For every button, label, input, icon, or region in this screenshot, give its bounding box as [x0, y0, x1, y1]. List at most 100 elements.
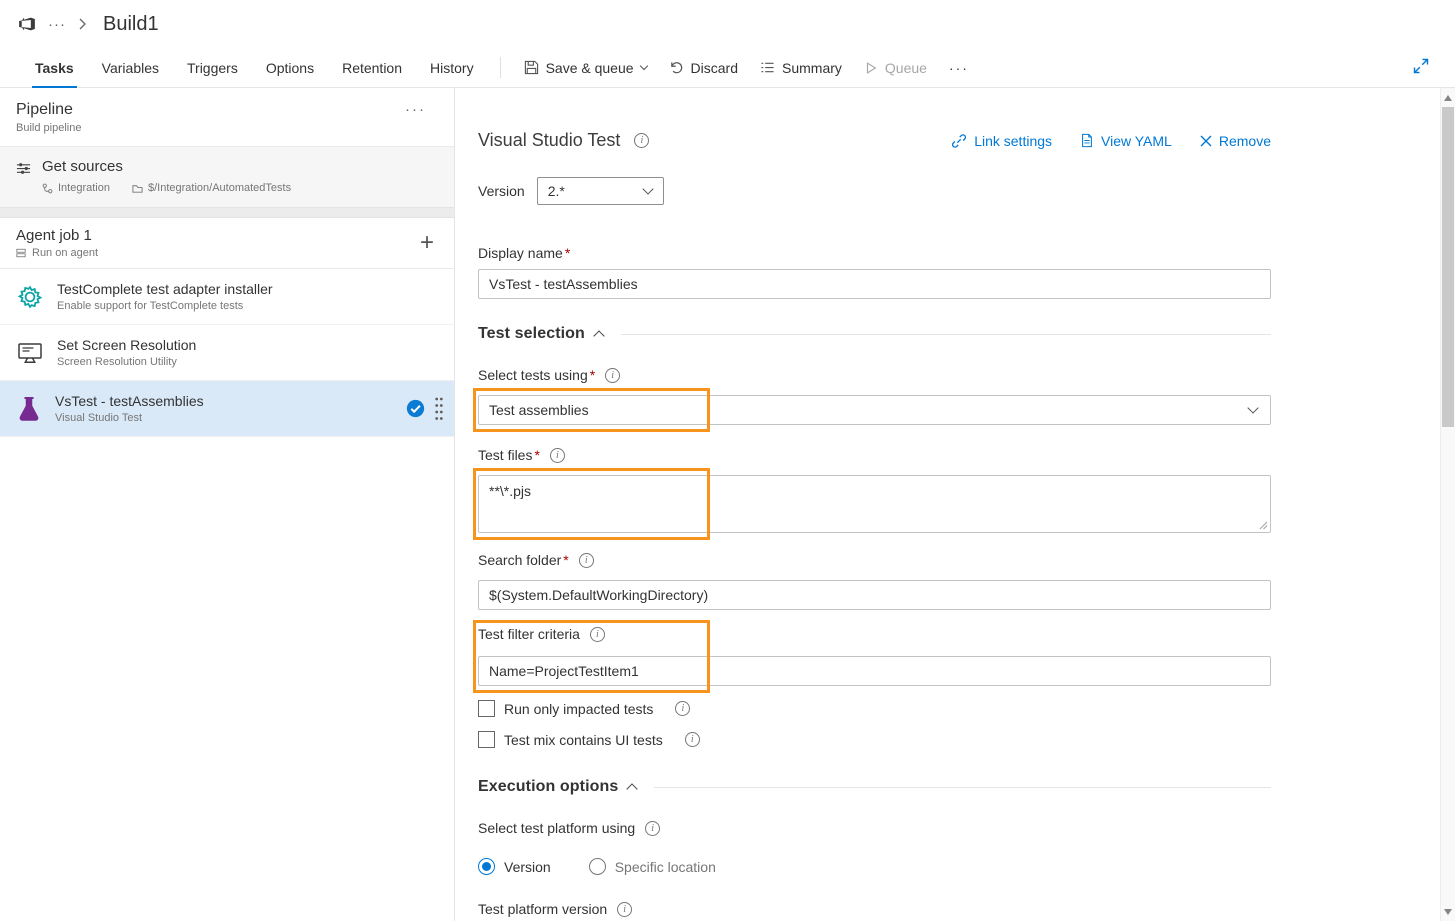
queue-button[interactable]: Queue [853, 48, 938, 87]
section-rule [654, 787, 1271, 788]
info-icon[interactable]: i [590, 627, 605, 642]
tab-triggers[interactable]: Triggers [173, 48, 252, 87]
task-subtitle: Enable support for TestComplete tests [57, 300, 273, 312]
test-files-input[interactable]: **\*.pjs [478, 475, 1271, 533]
undo-icon [669, 60, 684, 75]
test-files-label: Test files* i [478, 447, 1271, 463]
document-icon [1080, 133, 1094, 148]
tab-options[interactable]: Options [252, 48, 328, 87]
tab-history[interactable]: History [416, 48, 488, 87]
info-icon[interactable]: i [645, 821, 660, 836]
remove-task-button[interactable]: Remove [1200, 133, 1271, 149]
play-icon [864, 61, 878, 75]
pipeline-more-button[interactable]: ··· [393, 101, 438, 118]
repo-icon [42, 183, 53, 194]
task-subtitle: Visual Studio Test [55, 412, 204, 424]
test-mix-ui-label: Test mix contains UI tests [504, 732, 663, 748]
toolbar-more-button[interactable]: ··· [938, 48, 980, 87]
chevron-up-icon [593, 330, 604, 341]
vertical-scrollbar[interactable] [1440, 88, 1455, 921]
content-area: Pipeline Build pipeline ··· Get sources … [0, 88, 1455, 921]
run-only-impacted-checkbox[interactable] [478, 700, 495, 717]
get-sources-item[interactable]: Get sources Integration $/Integration/Au… [0, 147, 454, 208]
tab-tasks[interactable]: Tasks [21, 48, 88, 87]
agent-job-item[interactable]: Agent job 1 Run on agent + [0, 218, 454, 269]
testcomplete-gear-icon [16, 283, 44, 311]
triangle-up-icon [1444, 95, 1452, 101]
radio-specific-location[interactable]: Specific location [589, 858, 716, 875]
breadcrumb-more-button[interactable]: ··· [48, 16, 66, 33]
search-folder-label: Search folder* i [478, 552, 1271, 568]
info-icon[interactable]: i [634, 133, 649, 148]
info-icon[interactable]: i [605, 368, 620, 383]
scrollbar-up-button[interactable] [1441, 90, 1455, 105]
run-only-impacted-row: Run only impacted tests i [478, 700, 1271, 717]
toolbar-divider [500, 57, 501, 78]
chevron-down-icon [642, 183, 653, 194]
select-tests-using-label: Select tests using* i [478, 367, 1271, 383]
close-icon [1200, 135, 1212, 147]
monitor-icon [16, 339, 44, 367]
search-folder-input[interactable] [478, 580, 1271, 610]
task-item-vstest[interactable]: VsTest - testAssemblies Visual Studio Te… [0, 381, 454, 437]
scrollbar-down-button[interactable] [1441, 904, 1455, 919]
select-tests-using-dropdown[interactable]: Test assemblies [478, 395, 1271, 425]
test-filter-criteria-input[interactable] [478, 656, 1271, 686]
tab-retention[interactable]: Retention [328, 48, 416, 87]
add-task-button[interactable]: + [406, 229, 448, 257]
section-test-selection[interactable]: Test selection [478, 325, 1271, 343]
view-yaml-button[interactable]: View YAML [1080, 133, 1172, 149]
select-test-platform-label: Select test platform using i [478, 820, 1271, 836]
section-execution-options[interactable]: Execution options [478, 778, 1271, 796]
scrollbar-thumb[interactable] [1442, 107, 1454, 427]
chevron-up-icon [627, 783, 638, 794]
info-icon[interactable]: i [579, 553, 594, 568]
test-mix-ui-checkbox[interactable] [478, 731, 495, 748]
devops-logo-icon [18, 15, 36, 33]
agent-job-subtitle: Run on agent [32, 247, 98, 259]
summary-icon [760, 60, 775, 75]
task-item-set-screen-resolution[interactable]: Set Screen Resolution Screen Resolution … [0, 325, 454, 381]
link-settings-button[interactable]: Link settings [951, 133, 1052, 149]
tab-variables[interactable]: Variables [88, 48, 173, 87]
section-rule [621, 334, 1271, 335]
version-select[interactable]: 2.* [537, 177, 664, 205]
pipeline-title: Pipeline [16, 101, 81, 119]
run-only-impacted-label: Run only impacted tests [504, 701, 653, 717]
top-bar: ··· Build1 [0, 0, 1455, 48]
info-icon[interactable]: i [675, 701, 690, 716]
platform-radio-group: Version Specific location [478, 858, 1271, 875]
branch-path-icon [132, 183, 143, 194]
discard-button[interactable]: Discard [658, 48, 749, 87]
agent-job-title: Agent job 1 [16, 227, 98, 244]
flask-icon [16, 395, 42, 423]
radio-version[interactable]: Version [478, 858, 551, 875]
pipeline-sidebar: Pipeline Build pipeline ··· Get sources … [0, 88, 455, 921]
resize-grip-icon[interactable] [1259, 521, 1268, 530]
drag-handle-icon[interactable] [434, 395, 444, 423]
selected-check-icon [406, 399, 425, 418]
pipeline-header: Pipeline Build pipeline ··· [0, 88, 454, 147]
task-title: VsTest - testAssemblies [55, 393, 204, 409]
summary-button[interactable]: Summary [749, 48, 853, 87]
display-name-input[interactable] [478, 269, 1271, 299]
version-label: Version [478, 183, 525, 199]
info-icon[interactable]: i [685, 732, 700, 747]
task-item-testcomplete-adapter[interactable]: TestComplete test adapter installer Enab… [0, 269, 454, 325]
toolbar: Save & queue Discard Summary Queue ··· [513, 48, 980, 87]
sources-icon [16, 161, 31, 194]
agent-icon [16, 248, 26, 258]
save-and-queue-button[interactable]: Save & queue [513, 48, 658, 87]
save-icon [524, 60, 539, 75]
breadcrumb-chevron-icon [78, 18, 87, 30]
info-icon[interactable]: i [617, 902, 632, 917]
triangle-down-icon [1444, 909, 1452, 915]
fullscreen-icon[interactable] [1413, 58, 1429, 74]
pipeline-subtitle: Build pipeline [16, 122, 81, 134]
test-platform-version-label: Test platform version i [478, 901, 1271, 917]
radio-selected-icon [478, 858, 495, 875]
info-icon[interactable]: i [550, 448, 565, 463]
page-title: Build1 [103, 13, 159, 36]
link-icon [951, 133, 967, 149]
test-filter-criteria-label: Test filter criteria i [478, 626, 1271, 642]
